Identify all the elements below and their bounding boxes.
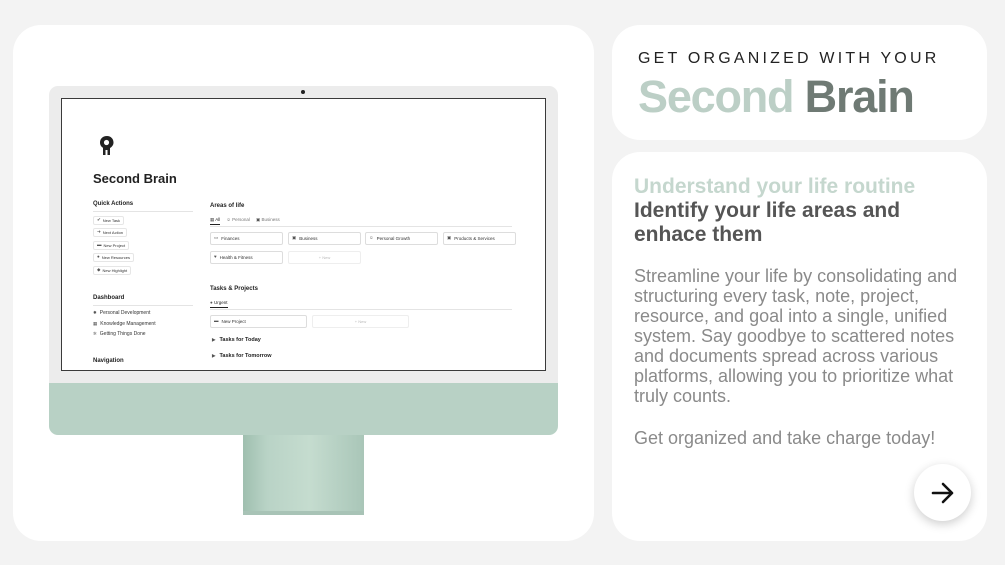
tasks-tabs: ● Urgent: [210, 300, 228, 308]
credit-card-icon: ▭: [214, 235, 219, 241]
next-action-button[interactable]: ➜ Next Action: [93, 228, 128, 237]
briefcase-icon: ▣: [292, 235, 297, 241]
heart-icon: ♥: [214, 254, 217, 260]
monitor-chin: [49, 383, 558, 435]
hero-title-part2: Brain: [804, 71, 915, 122]
bank-icon: ▦: [93, 320, 98, 326]
monitor-frame: Second Brain Quick Actions ✔ New Task ➜ Ne…: [49, 86, 558, 383]
navigation-heading: Navigation: [93, 358, 124, 364]
personal-development-link[interactable]: ✹ Personal Development: [93, 310, 150, 316]
areas-tabs: ▦ All ☺ Personal ▣ Business: [210, 217, 280, 225]
monitor-foot: [243, 511, 364, 515]
new-project-button[interactable]: ▬ New Project: [93, 241, 130, 250]
new-task-button[interactable]: ✔ New Task: [93, 216, 125, 225]
areas-of-life-heading: Areas of life: [210, 203, 245, 209]
description-paragraph: Streamline your life by consolidating an…: [634, 266, 958, 406]
dashboard-heading: Dashboard: [93, 295, 125, 301]
knowledge-management-link[interactable]: ▦ Knowledge Management: [93, 321, 156, 327]
gear-icon: ✲: [93, 330, 97, 336]
arrow-right-icon: [931, 482, 953, 503]
title-card: GET ORGANIZED WITH YOUR Second Brain: [612, 25, 987, 140]
eyebrow-text: GET ORGANIZED WITH YOUR: [638, 50, 940, 67]
subheading-dark: Identify your life areas and enhace them: [634, 199, 901, 246]
hero-title: Second Brain: [638, 71, 915, 123]
new-task-button[interactable]: + New: [312, 315, 409, 328]
monitor-stand: [243, 435, 364, 511]
check-circle-icon: ✔: [97, 217, 101, 223]
tag-icon: ◆: [97, 267, 101, 273]
tab-urgent[interactable]: ● Urgent: [210, 300, 228, 308]
hero-title-part1: Second: [638, 71, 795, 122]
subheading-light: Understand your life routine: [634, 175, 916, 198]
divider: [210, 226, 512, 227]
new-highlight-button[interactable]: ◆ New Highlight: [93, 266, 132, 275]
divider: [93, 211, 193, 212]
tab-all[interactable]: ▦ All: [210, 217, 221, 225]
triangle-right-icon: ▶: [212, 336, 216, 342]
getting-things-done-link[interactable]: ✲ Getting Things Done: [93, 331, 146, 337]
grid-icon: ▦: [210, 217, 215, 222]
cta-text: Get organized and take charge today!: [634, 428, 936, 448]
folder-icon: ▬: [97, 242, 102, 248]
area-card-health-fitness[interactable]: ♥ Health & Fitness: [210, 251, 283, 264]
notion-page-title: Second Brain: [93, 171, 177, 186]
area-card-personal-growth[interactable]: ☺ Personal Growth: [365, 232, 438, 245]
briefcase-icon: ▣: [255, 217, 261, 222]
new-area-button[interactable]: + New: [288, 251, 361, 264]
arrow-circle-icon: ➜: [97, 229, 101, 235]
camera-dot: [301, 90, 305, 94]
divider: [210, 309, 512, 310]
new-resources-button[interactable]: ● New Resources: [93, 253, 134, 262]
quick-actions-heading: Quick Actions: [93, 201, 134, 207]
bag-icon: ▣: [447, 235, 452, 241]
globe-icon: ●: [97, 254, 100, 260]
toggle-tasks-today[interactable]: ▶ Tasks for Today: [212, 337, 261, 343]
area-card-business[interactable]: ▣ Business: [288, 232, 361, 245]
divider: [93, 305, 193, 306]
folder-icon: ▬: [214, 318, 219, 324]
tab-business[interactable]: ▣ Business: [256, 217, 280, 225]
new-project-card[interactable]: ▬ New Project: [210, 315, 307, 328]
monitor-screen: Second Brain Quick Actions ✔ New Task ➜ Ne…: [61, 98, 546, 371]
toggle-tasks-tomorrow[interactable]: ▶ Tasks for Tomorrow: [212, 353, 272, 359]
brain-head-icon: [100, 136, 114, 155]
next-button[interactable]: [914, 464, 971, 521]
user-icon: ☺: [226, 217, 231, 222]
triangle-right-icon: ▶: [212, 352, 216, 358]
tasks-projects-heading: Tasks & Projects: [210, 286, 258, 292]
area-card-finances[interactable]: ▭ Finances: [210, 232, 283, 245]
tab-personal[interactable]: ☺ Personal: [226, 217, 250, 225]
description-card: Understand your life routine Identify yo…: [612, 152, 987, 541]
mockup-card: Second Brain Quick Actions ✔ New Task ➜ Ne…: [13, 25, 594, 541]
user-circle-icon: ☺: [369, 235, 374, 241]
area-card-products-services[interactable]: ▣ Products & Services: [443, 232, 516, 245]
sun-icon: ✹: [93, 309, 97, 315]
alert-icon: ●: [210, 300, 213, 305]
